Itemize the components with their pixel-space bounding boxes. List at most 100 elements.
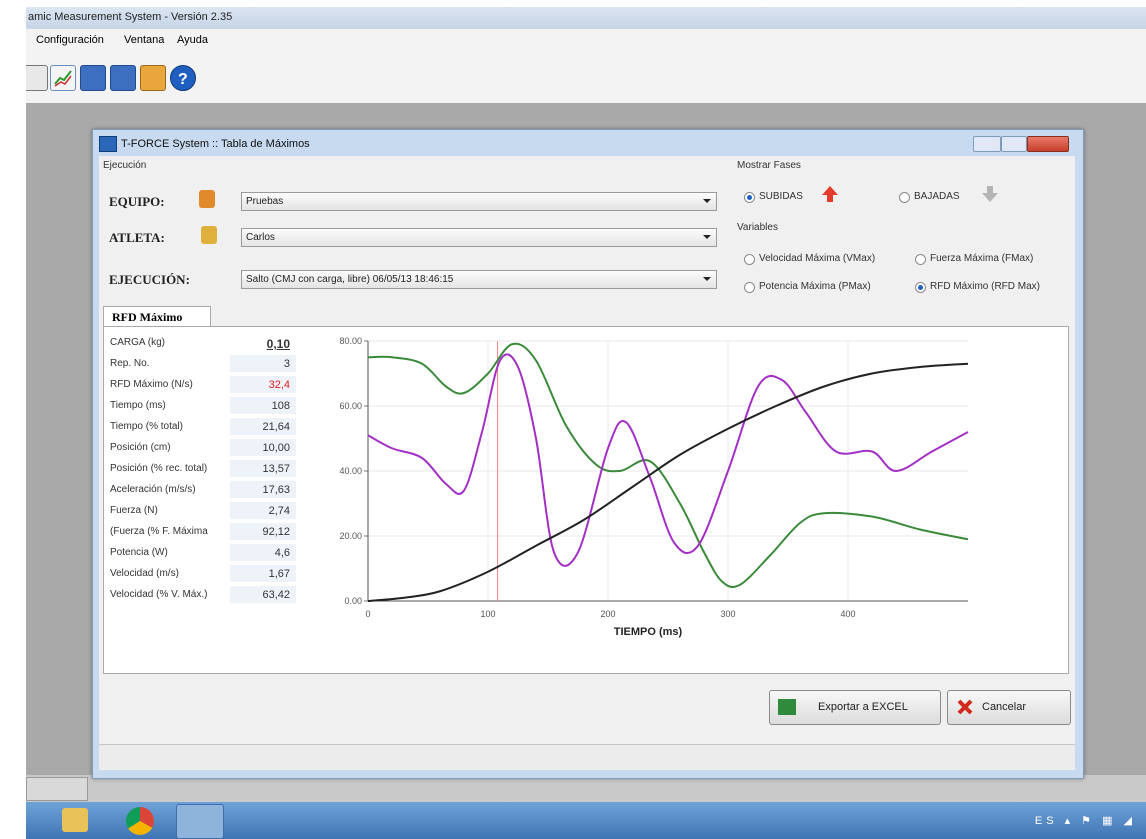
export-excel-button[interactable]: Exportar a EXCEL <box>769 690 941 725</box>
value-cell: 32,4 <box>230 376 296 393</box>
cancel-button[interactable]: Cancelar <box>947 690 1071 725</box>
value-cell: 1,67 <box>230 565 296 582</box>
maximize-button[interactable] <box>1001 136 1027 152</box>
edit-tool-icon[interactable] <box>26 65 48 91</box>
rfd-chart: 0 100 200 300 400 0.00 20.00 40.00 60.00 80.00 TIE… <box>318 331 1008 651</box>
menu-configuracion[interactable]: Configuración <box>36 34 104 46</box>
value-cell: 13,57 <box>230 460 296 477</box>
ejecucion-combo[interactable]: Salto (CMJ con carga, libre) 06/05/13 18… <box>241 270 717 289</box>
x-axis-label: TIEMPO (ms) <box>614 626 683 638</box>
row-value: 1,67 <box>268 568 290 580</box>
tab-rfd-maximo[interactable]: RFD Máximo <box>103 306 211 327</box>
row-label: Velocidad (m/s) <box>110 568 179 579</box>
vmax-radio[interactable] <box>744 254 755 265</box>
excel-icon <box>778 699 796 715</box>
chevron-down-icon <box>703 235 711 239</box>
value-cell: 21,64 <box>230 418 296 435</box>
row-value: 3 <box>283 358 290 370</box>
row-label: Tiempo (ms) <box>110 400 166 411</box>
svg-text:?: ? <box>178 71 188 88</box>
y-tick-label: 60.00 <box>339 401 362 411</box>
row-label: (Fuerza (% F. Máxima <box>110 526 208 537</box>
y-tick-label: 0.00 <box>344 596 362 606</box>
ejecucion-label: EJECUCIÓN: <box>109 272 190 287</box>
row-label: Rep. No. <box>110 358 150 369</box>
settings-gear-icon[interactable] <box>140 65 166 91</box>
pmax-label: Potencia Máxima (PMax) <box>759 281 871 292</box>
row-value: 2,74 <box>268 505 290 517</box>
row-label: CARGA (kg) <box>110 337 166 348</box>
variables-label: Variables <box>737 222 778 233</box>
help-icon[interactable]: ? <box>170 65 196 91</box>
row-label: Fuerza (N) <box>110 505 158 516</box>
value-cell: 0,10 <box>230 334 296 351</box>
fmax-label: Fuerza Máxima (FMax) <box>930 253 1034 264</box>
row-value: 21,64 <box>262 421 290 433</box>
row-label: Aceleración (m/s/s) <box>110 484 196 495</box>
system-tray: ES ▴ ⚑ ▦ ◢ <box>1034 815 1136 827</box>
value-cell: 92,12 <box>230 523 296 540</box>
rfdmax-radio[interactable] <box>915 282 926 293</box>
row-label: Tiempo (% total) <box>110 421 183 432</box>
subidas-label: SUBIDAS <box>759 191 803 202</box>
folder-icon[interactable] <box>62 808 88 832</box>
atleta-label: ATLETA: <box>109 230 165 245</box>
table-row: Aceleración (m/s/s) 17,63 <box>106 480 298 500</box>
table-row: Velocidad (% V. Máx.) 63,42 <box>106 585 298 605</box>
subidas-radio[interactable] <box>744 192 755 203</box>
equipo-combo[interactable]: Pruebas <box>241 192 717 211</box>
value-cell: 2,74 <box>230 502 296 519</box>
row-value: 4,6 <box>274 547 290 559</box>
y-tick-label: 20.00 <box>339 531 362 541</box>
table-row: Tiempo (ms) 108 <box>106 396 298 416</box>
table-row: Posición (cm) 10,00 <box>106 438 298 458</box>
row-value: 108 <box>271 400 290 412</box>
team-icon <box>199 190 215 208</box>
table-row: Fuerza (N) 2,74 <box>106 501 298 521</box>
close-button[interactable] <box>1027 136 1069 152</box>
y-tick-label: 40.00 <box>339 466 362 476</box>
status-bar <box>99 744 1075 769</box>
table-row: Tiempo (% total) 21,64 <box>106 417 298 437</box>
chevron-down-icon <box>703 199 711 203</box>
x-tick-label: 200 <box>600 609 615 619</box>
chart-background <box>318 331 1008 651</box>
arrow-down-icon <box>982 186 998 202</box>
screen: amic Measurement System - Versión 2.35 C… <box>0 0 1146 839</box>
menu-ventana[interactable]: Ventana <box>124 34 164 46</box>
app-title: amic Measurement System - Versión 2.35 <box>28 11 233 23</box>
chevron-down-icon <box>703 277 711 281</box>
value-cell: 63,42 <box>230 586 296 603</box>
bajadas-label: BAJADAS <box>914 191 960 202</box>
menu-ayuda[interactable]: Ayuda <box>177 34 208 46</box>
minimized-window-tab[interactable] <box>26 777 88 801</box>
menu-bar: Configuración Ventana Ayuda <box>26 29 1146 51</box>
row-value: 63,42 <box>262 589 290 601</box>
table-row: Velocidad (m/s) 1,67 <box>106 564 298 584</box>
chrome-icon[interactable] <box>126 807 154 835</box>
line-chart-icon[interactable] <box>50 65 76 91</box>
value-cell: 10,00 <box>230 439 296 456</box>
atleta-combo[interactable]: Carlos <box>241 228 717 247</box>
row-label: RFD Máximo (N/s) <box>110 379 193 390</box>
minimize-button[interactable] <box>973 136 1001 152</box>
toolbar: ? <box>26 51 1146 104</box>
row-value: 17,63 <box>262 484 290 496</box>
report-icon[interactable] <box>80 65 106 91</box>
x-tick-label: 0 <box>365 609 370 619</box>
value-cell: 108 <box>230 397 296 414</box>
arrow-up-icon <box>822 186 838 202</box>
fmax-radio[interactable] <box>915 254 926 265</box>
bajadas-radio[interactable] <box>899 192 910 203</box>
row-value: 13,57 <box>262 463 290 475</box>
dms-app-taskbar-icon[interactable] <box>176 804 224 839</box>
vmax-label: Velocidad Máxima (VMax) <box>759 253 876 264</box>
table-icon[interactable] <box>110 65 136 91</box>
taskbar: ES ▴ ⚑ ▦ ◢ <box>26 802 1146 839</box>
mostrar-fases-label: Mostrar Fases <box>737 160 801 171</box>
pmax-radio[interactable] <box>744 282 755 293</box>
close-icon <box>957 699 973 715</box>
ejecucion-group-label: Ejecución <box>103 160 147 171</box>
x-tick-label: 100 <box>480 609 495 619</box>
rfdmax-label: RFD Máximo (RFD Max) <box>930 281 1040 292</box>
